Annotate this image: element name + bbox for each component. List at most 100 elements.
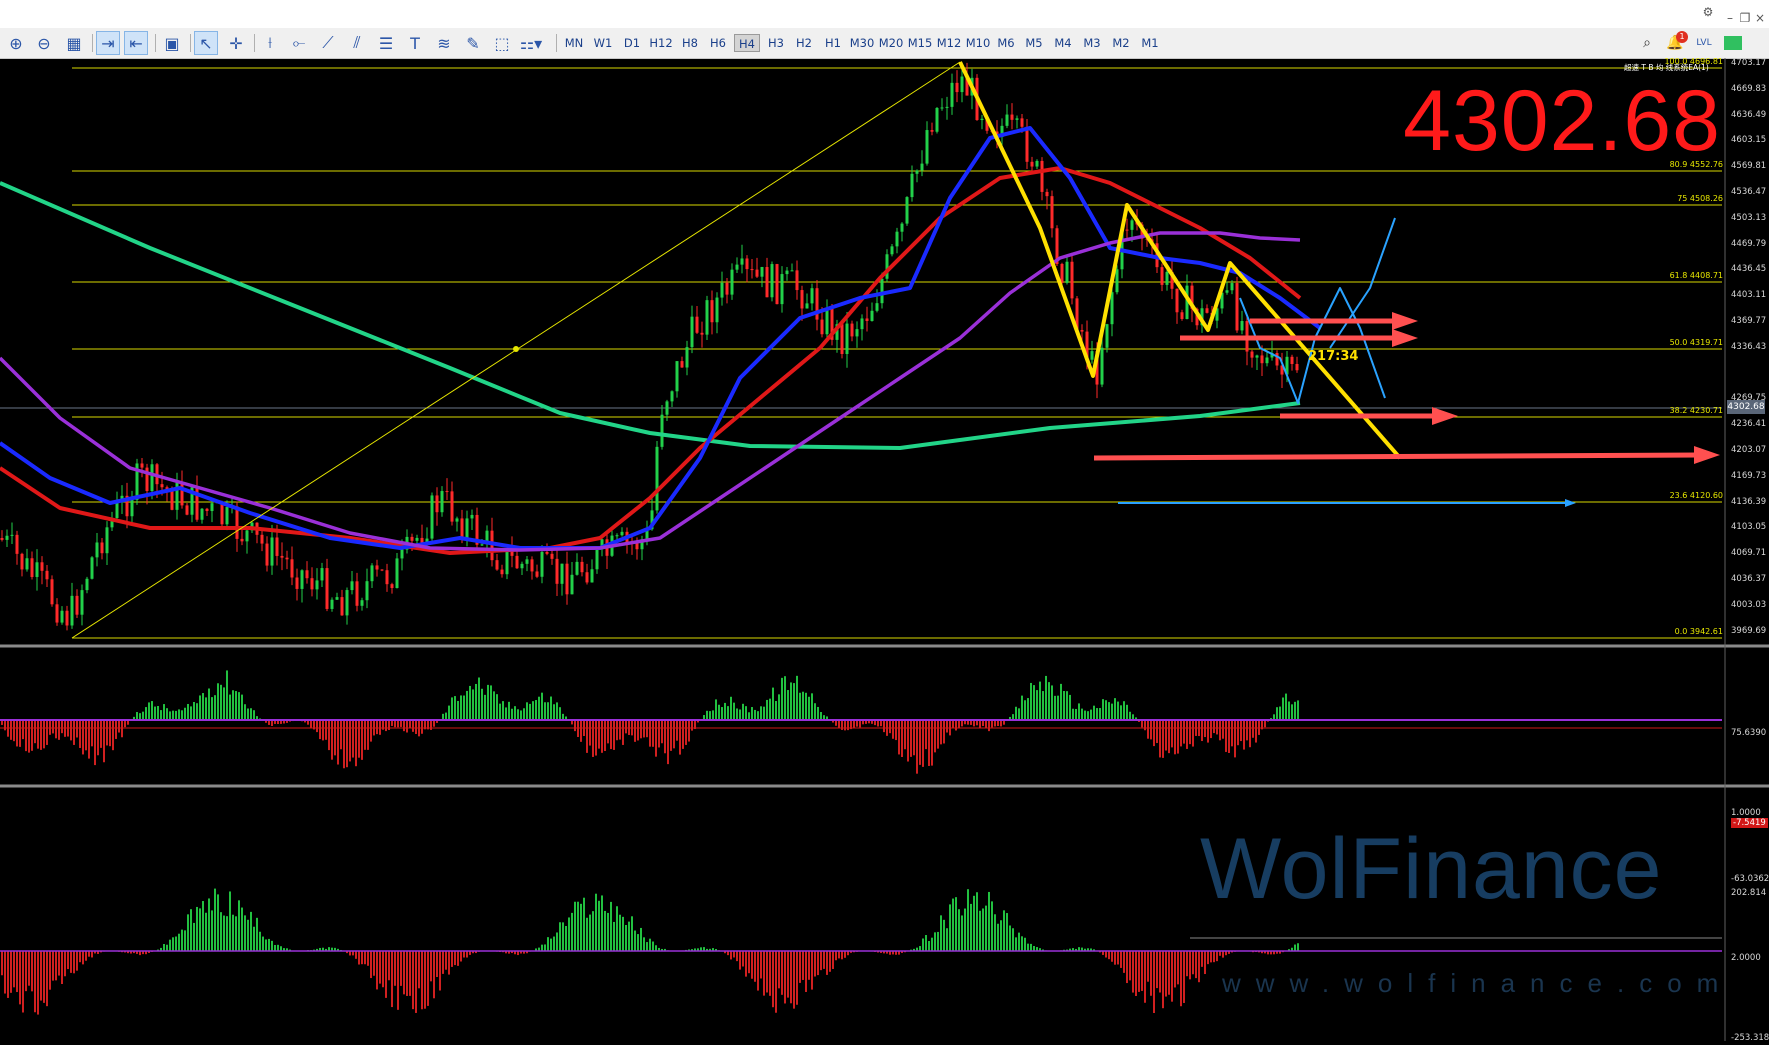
- autoscroll-icon[interactable]: ⇥: [96, 31, 120, 55]
- shapes-icon[interactable]: ⬚: [490, 31, 514, 55]
- fib-level-label: 50.0 4319.71: [1669, 338, 1723, 347]
- candle-body: [1225, 290, 1229, 293]
- zoom-in-icon[interactable]: ⊕: [4, 31, 28, 55]
- tf-d1[interactable]: D1: [620, 34, 644, 52]
- price-axis-label: 4236.41: [1731, 419, 1767, 430]
- candle-body: [105, 527, 109, 554]
- candle-body: [1005, 114, 1009, 126]
- screenshot-icon[interactable]: ▣: [160, 31, 184, 55]
- account-level-icon[interactable]: LVL: [1693, 32, 1715, 54]
- candle-body: [270, 537, 274, 566]
- candle-body: [1205, 308, 1209, 313]
- fan-icon[interactable]: ≋: [432, 31, 456, 55]
- candle-body: [1105, 324, 1109, 348]
- crosshair-icon[interactable]: ✛: [224, 31, 248, 55]
- restore-icon[interactable]: ❐: [1737, 10, 1753, 26]
- candle-body: [395, 558, 399, 589]
- candle-body: [535, 571, 539, 577]
- vertical-line-icon[interactable]: ⟊: [258, 31, 282, 55]
- tf-h4[interactable]: H4: [734, 34, 760, 52]
- candle-body: [540, 552, 544, 577]
- tf-h1[interactable]: H1: [821, 34, 845, 52]
- price-axis-label: 4369.77: [1731, 316, 1767, 326]
- candle-body: [860, 318, 864, 330]
- candle-body: [795, 270, 799, 291]
- indicator1-axis-label: 75.6390: [1731, 728, 1767, 738]
- tf-m1[interactable]: M1: [1138, 34, 1162, 52]
- candle-body: [235, 506, 239, 539]
- tf-h12[interactable]: H12: [648, 34, 674, 52]
- candle-body: [1240, 321, 1244, 331]
- price-axis-label: 4403.11: [1731, 290, 1767, 301]
- candle-body: [580, 561, 584, 573]
- candle-body: [515, 555, 519, 569]
- candle-body: [800, 290, 804, 309]
- candle-body: [415, 537, 419, 541]
- candle-body: [1250, 351, 1254, 358]
- candle-body: [875, 303, 879, 311]
- tf-m15[interactable]: M15: [907, 34, 933, 52]
- tf-m6[interactable]: M6: [994, 34, 1018, 52]
- channel-icon[interactable]: ⫽: [345, 31, 369, 55]
- arrowhead: [1565, 499, 1576, 507]
- candle-body: [930, 130, 934, 132]
- tf-h2[interactable]: H2: [792, 34, 816, 52]
- fibonacci-icon[interactable]: ☰: [374, 31, 398, 55]
- horizontal-line-icon[interactable]: ⟜: [287, 31, 311, 55]
- candle-body: [900, 223, 904, 232]
- candle-body: [1160, 267, 1164, 285]
- candle-body: [85, 578, 89, 591]
- settings-icon[interactable]: ⚙: [1700, 4, 1716, 20]
- candle-body: [570, 574, 574, 595]
- candle-body: [915, 170, 919, 174]
- anchor-point: [513, 346, 519, 352]
- zoom-out-icon[interactable]: ⊖: [32, 31, 56, 55]
- candle-body: [585, 572, 589, 583]
- tf-m5[interactable]: M5: [1022, 34, 1046, 52]
- cursor-icon[interactable]: ↖: [194, 31, 218, 55]
- tf-m20[interactable]: M20: [878, 34, 904, 52]
- tf-mn[interactable]: MN: [562, 34, 586, 52]
- tf-m10[interactable]: M10: [965, 34, 991, 52]
- tf-h8[interactable]: H8: [678, 34, 702, 52]
- tf-m2[interactable]: M2: [1109, 34, 1133, 52]
- search-icon[interactable]: ⌕: [1636, 32, 1658, 54]
- signal-icon[interactable]: [1722, 32, 1744, 54]
- candle-body: [940, 107, 944, 109]
- tf-m30[interactable]: M30: [849, 34, 875, 52]
- target-arrow-head: [1392, 329, 1418, 347]
- candle-body: [760, 267, 764, 277]
- candle-body: [300, 570, 304, 589]
- close-icon[interactable]: ×: [1752, 10, 1768, 26]
- price-axis-label: 4336.43: [1731, 341, 1767, 352]
- chart-shift-icon[interactable]: ⇤: [124, 31, 148, 55]
- tf-h6[interactable]: H6: [706, 34, 730, 52]
- candle-body: [590, 569, 594, 583]
- tf-m12[interactable]: M12: [936, 34, 962, 52]
- candle-body: [555, 558, 559, 584]
- target-arrow: [1093, 452, 1701, 461]
- candle-body: [465, 518, 469, 539]
- objects-menu-icon[interactable]: ⚏▾: [519, 31, 543, 55]
- candle-body: [895, 231, 899, 247]
- text-tool-icon[interactable]: T: [403, 31, 427, 55]
- candle-body: [1255, 355, 1259, 358]
- candle-body: [680, 361, 684, 368]
- candle-body: [450, 491, 454, 522]
- candle-body: [545, 552, 549, 554]
- minimize-icon[interactable]: –: [1722, 10, 1738, 26]
- tf-h3[interactable]: H3: [764, 34, 788, 52]
- pencil-icon[interactable]: ✎: [461, 31, 485, 55]
- candle-body: [1290, 356, 1294, 364]
- trendline-icon[interactable]: ⟋: [316, 31, 340, 55]
- tf-m3[interactable]: M3: [1080, 34, 1104, 52]
- price-axis-label: 4203.07: [1731, 445, 1767, 455]
- notifications-icon[interactable]: 🔔 1: [1664, 31, 1688, 54]
- grid-icon[interactable]: ▦: [62, 31, 86, 55]
- tf-w1[interactable]: W1: [591, 34, 615, 52]
- candle-body: [670, 391, 674, 402]
- candle-body: [370, 565, 374, 582]
- candle-body: [355, 581, 359, 606]
- tf-m4[interactable]: M4: [1051, 34, 1075, 52]
- candle-body: [350, 581, 354, 591]
